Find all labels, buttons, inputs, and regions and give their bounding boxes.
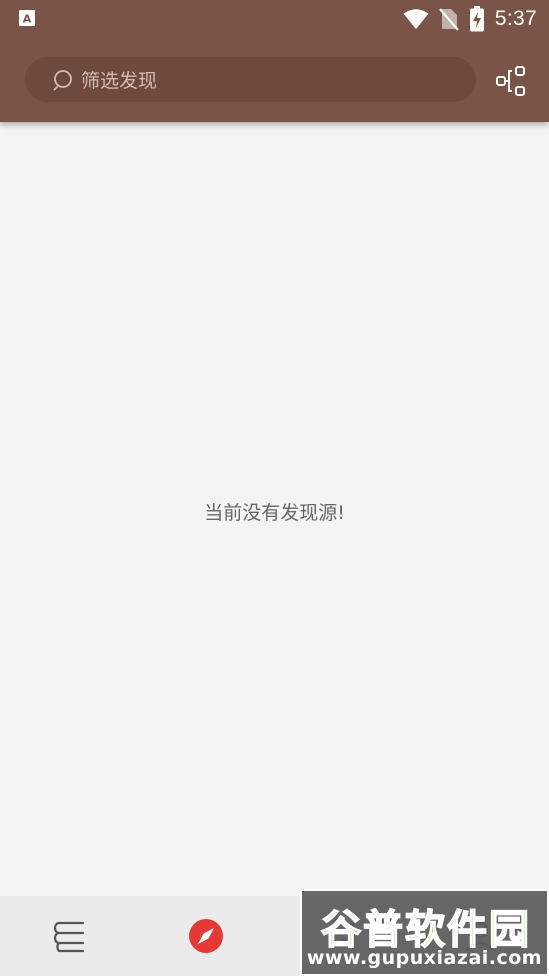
nav-item-discover[interactable]	[151, 896, 261, 976]
watermark-logo: 谷普软件园 www.gupuxiazai.com	[300, 889, 549, 976]
discover-content: 当前没有发现源!	[0, 122, 549, 896]
notification-a-icon: A	[19, 10, 35, 26]
app-header: A 5:37 筛选发现	[0, 0, 549, 122]
status-right: 5:37	[403, 4, 537, 34]
watermark-url: www.gupuxiazai.com	[306, 947, 543, 969]
svg-text:A: A	[23, 13, 32, 26]
search-placeholder: 筛选发现	[81, 70, 158, 92]
toolbar: 筛选发现	[0, 38, 549, 122]
status-time: 5:37	[494, 7, 537, 30]
battery-charging-icon	[469, 6, 484, 32]
empty-message: 当前没有发现源!	[204, 502, 345, 524]
search-input[interactable]: 筛选发现	[25, 57, 476, 102]
share-config-icon	[496, 66, 525, 96]
search-icon	[53, 69, 72, 90]
wifi-icon	[403, 9, 429, 29]
no-sim-icon	[439, 8, 459, 31]
status-bar: A 5:37	[0, 0, 549, 38]
bookshelf-icon	[53, 921, 85, 953]
compass-icon	[189, 919, 223, 953]
share-config-button[interactable]	[494, 64, 528, 98]
nav-item-bookshelf[interactable]	[14, 896, 124, 976]
